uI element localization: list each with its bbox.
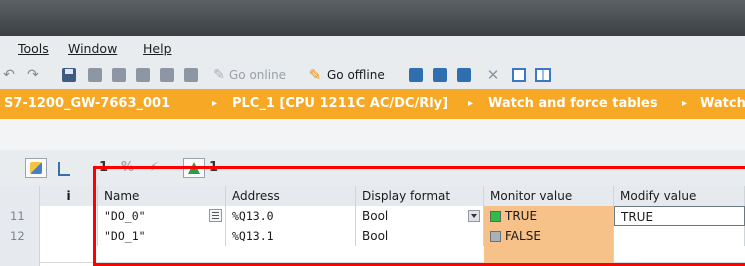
column-header-display-format[interactable]: Display format bbox=[356, 186, 484, 206]
monitor-all-icon[interactable] bbox=[183, 158, 205, 178]
table-header: i Name Address Display format Monitor va… bbox=[0, 186, 745, 207]
table-row[interactable]: 11 "DO_0" %Q13.0 Bool TRUE TRUE bbox=[0, 206, 745, 227]
monitor-all-now-icon[interactable]: 1 bbox=[209, 160, 218, 175]
breadcrumb-project[interactable]: S7-1200_GW-7663_001 bbox=[4, 89, 170, 119]
name-cell[interactable]: "DO_1" bbox=[98, 226, 226, 246]
go-offline-button[interactable]: Go offline bbox=[327, 68, 385, 82]
stop-cpu-icon[interactable] bbox=[455, 66, 473, 84]
breadcrumb-separator-icon: ▸ bbox=[212, 98, 218, 109]
row-number: 11 bbox=[0, 206, 40, 226]
print-icon[interactable] bbox=[86, 66, 104, 84]
row-number bbox=[0, 246, 40, 266]
display-format-cell[interactable]: Bool bbox=[356, 226, 484, 246]
undo-icon[interactable]: ↶ bbox=[0, 66, 18, 84]
upload-from-device-icon[interactable] bbox=[158, 66, 176, 84]
info-cell bbox=[40, 226, 98, 246]
show-hide-columns-icon[interactable] bbox=[54, 160, 70, 176]
simulation-icon[interactable] bbox=[182, 66, 200, 84]
display-format-cell[interactable]: Bool bbox=[356, 206, 484, 226]
modify-now-icon[interactable]: % bbox=[121, 160, 134, 175]
name-cell[interactable]: "DO_0" bbox=[98, 206, 226, 226]
modify-with-trigger-icon[interactable]: ⚡ bbox=[150, 160, 159, 175]
go-online-button[interactable]: Go online bbox=[229, 68, 286, 82]
cross-reference-icon[interactable]: ✕ bbox=[484, 66, 502, 84]
split-vertical-icon[interactable] bbox=[534, 66, 552, 84]
breadcrumb: S7-1200_GW-7663_001 ▸ PLC_1 [CPU 1211C A… bbox=[0, 89, 745, 119]
column-header-modify-value[interactable]: Modify value bbox=[614, 186, 745, 206]
breadcrumb-watch-force-tables[interactable]: Watch and force tables bbox=[488, 89, 658, 119]
row-number: 12 bbox=[0, 226, 40, 246]
status-false-icon bbox=[490, 231, 501, 242]
column-header-name[interactable]: Name bbox=[98, 186, 226, 206]
column-header-monitor-value[interactable]: Monitor value bbox=[484, 186, 614, 206]
address-cell[interactable]: %Q13.1 bbox=[226, 226, 356, 246]
accessible-devices-icon[interactable] bbox=[407, 66, 425, 84]
editor-header-gap bbox=[0, 119, 745, 151]
chevron-down-icon[interactable] bbox=[468, 210, 480, 222]
breadcrumb-watch[interactable]: Watch bbox=[700, 89, 745, 119]
menu-tools[interactable]: Tools bbox=[18, 41, 49, 56]
save-project-icon[interactable] bbox=[60, 66, 78, 84]
monitor-value-cell: FALSE bbox=[484, 226, 614, 246]
compile-icon[interactable] bbox=[110, 66, 128, 84]
window-titlebar bbox=[0, 0, 745, 36]
column-header-address[interactable]: Address bbox=[226, 186, 356, 206]
menu-help[interactable]: Help bbox=[143, 41, 172, 56]
download-to-device-icon[interactable] bbox=[134, 66, 152, 84]
modify-value-icon[interactable] bbox=[25, 158, 47, 178]
go-online-icon: ✎ bbox=[213, 67, 225, 83]
split-horizontal-icon[interactable] bbox=[510, 66, 528, 84]
watch-table-toolbar: 1 % ⚡ 1 bbox=[0, 150, 745, 187]
breadcrumb-separator-icon: ▸ bbox=[682, 98, 688, 109]
monitor-once-icon[interactable]: 1 bbox=[99, 160, 108, 175]
breadcrumb-separator-icon: ▸ bbox=[468, 98, 474, 109]
table-row-partial bbox=[0, 246, 745, 266]
address-cell[interactable]: %Q13.0 bbox=[226, 206, 356, 226]
modify-value-input[interactable]: TRUE bbox=[614, 206, 745, 226]
status-true-icon bbox=[490, 211, 501, 222]
info-cell bbox=[40, 206, 98, 226]
menu-window[interactable]: Window bbox=[68, 41, 117, 56]
start-cpu-icon[interactable] bbox=[431, 66, 449, 84]
main-toolbar: ↶ ↷ ✎ Go online ✎ Go offline ✕ bbox=[0, 62, 745, 90]
go-offline-icon: ✎ bbox=[308, 66, 322, 84]
redo-icon[interactable]: ↷ bbox=[24, 66, 42, 84]
table-row[interactable]: 12 "DO_1" %Q13.1 Bool FALSE bbox=[0, 226, 745, 247]
menu-bar: Tools Window Help bbox=[0, 36, 745, 62]
tag-list-icon[interactable] bbox=[209, 209, 222, 222]
column-header-info: i bbox=[40, 186, 98, 206]
column-header-rownum bbox=[0, 186, 40, 206]
breadcrumb-plc[interactable]: PLC_1 [CPU 1211C AC/DC/Rly] bbox=[232, 89, 448, 119]
monitor-value-cell: TRUE bbox=[484, 206, 614, 226]
modify-value-cell[interactable] bbox=[614, 226, 745, 246]
monitor-value-cell bbox=[484, 246, 614, 266]
